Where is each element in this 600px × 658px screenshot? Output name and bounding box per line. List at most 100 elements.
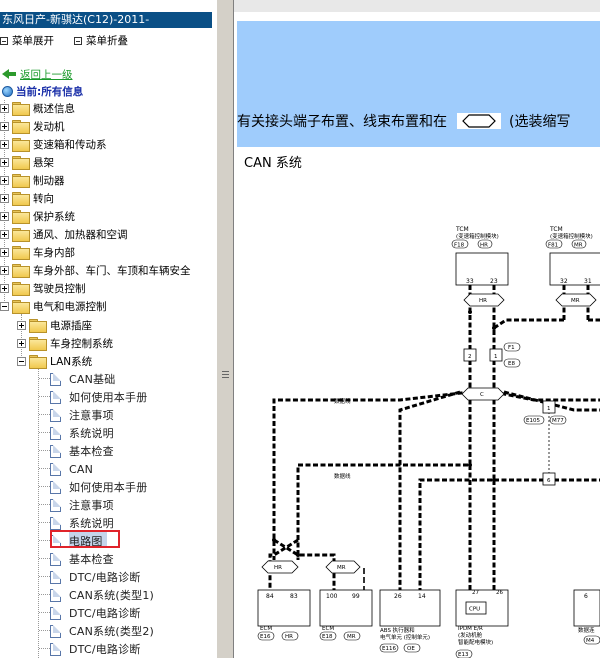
tree-doc-label: 如何使用本手册 bbox=[69, 481, 148, 494]
folder-icon bbox=[12, 102, 30, 116]
tree-line bbox=[39, 522, 50, 523]
jc2-number: 1 bbox=[547, 406, 551, 412]
tree-doc-item[interactable]: 注意事项 bbox=[50, 406, 114, 424]
tree-doc-item[interactable]: 系统说明 bbox=[50, 424, 114, 442]
folder-icon bbox=[29, 337, 47, 351]
folder-icon bbox=[12, 282, 30, 296]
back-link[interactable]: 返回上一级 bbox=[2, 66, 73, 82]
tree-doc-item[interactable]: CAN bbox=[50, 460, 93, 478]
tree-folder-label: 车身内部 bbox=[33, 246, 75, 259]
tree-folder-item[interactable]: 车身外部、车门、车顶和车辆安全 bbox=[0, 261, 191, 279]
expand-toggle-icon[interactable] bbox=[17, 338, 26, 348]
expand-toggle-icon[interactable] bbox=[0, 211, 9, 221]
pane-splitter[interactable] bbox=[216, 0, 234, 658]
tree-doc-item[interactable]: 如何使用本手册 bbox=[50, 478, 147, 496]
tree-doc-label: DTC/电路诊断 bbox=[69, 643, 141, 656]
tcm1-title: TCM bbox=[455, 226, 469, 233]
tree-subfolder-item[interactable]: 车身控制系统 bbox=[17, 334, 113, 352]
tree-folder-item[interactable]: 转向 bbox=[0, 189, 54, 207]
tree-doc-item[interactable]: DTC/电路诊断 bbox=[50, 640, 141, 658]
tree-folder-label: 保护系统 bbox=[33, 210, 75, 223]
tree-subfolder-item[interactable]: 电源插座 bbox=[17, 316, 92, 334]
document-icon bbox=[50, 642, 61, 656]
expand-toggle-icon[interactable] bbox=[0, 139, 9, 149]
ecm1-tag: HR bbox=[285, 634, 293, 640]
tcm1-pin-a: 33 bbox=[466, 278, 474, 285]
document-icon bbox=[50, 606, 61, 620]
expand-toggle-icon[interactable] bbox=[0, 247, 9, 257]
tree-doc-label: 系统说明 bbox=[69, 427, 114, 440]
ipdm-cpu: CPU bbox=[469, 607, 480, 613]
abs-title-2: 电气单元 (控制单元) bbox=[380, 633, 430, 641]
tree-folder-item[interactable]: 概述信息 bbox=[0, 99, 75, 117]
expand-toggle-icon[interactable] bbox=[0, 157, 9, 167]
tree-doc-item[interactable]: CAN基础 bbox=[50, 370, 115, 388]
expand-icon bbox=[0, 37, 8, 45]
expand-toggle-icon[interactable] bbox=[17, 320, 26, 330]
document-icon bbox=[50, 444, 61, 458]
splice-conn-2: E8 bbox=[508, 361, 515, 367]
ecm2-pin-a: 100 bbox=[326, 593, 338, 600]
expand-toggle-icon[interactable] bbox=[0, 103, 9, 113]
folder-icon bbox=[12, 246, 30, 260]
tree-doc-item[interactable]: DTC/电路诊断 bbox=[50, 568, 141, 586]
splitter-grip-icon bbox=[222, 371, 229, 380]
folder-icon bbox=[12, 138, 30, 152]
tree-folder-item[interactable]: 变速箱和传动系 bbox=[0, 135, 107, 153]
collapse-toggle-icon[interactable] bbox=[0, 301, 9, 311]
abs-conn: E116 bbox=[382, 646, 396, 652]
tree-doc-label: DTC/电路诊断 bbox=[69, 607, 141, 620]
tree-folder-item[interactable]: 制动器 bbox=[0, 171, 65, 189]
expand-menu-button[interactable]: 菜单展开 bbox=[0, 33, 54, 49]
info-banner-text: 有关接头端子布置、线束布置和在 (选装缩写 bbox=[237, 111, 570, 131]
tree-folder-item[interactable]: 发动机 bbox=[0, 117, 65, 135]
expand-menu-label: 菜单展开 bbox=[12, 35, 54, 47]
ecm1-title: ECM bbox=[260, 626, 272, 632]
tree-folder-item[interactable]: 驾驶员控制 bbox=[0, 279, 86, 297]
tree-doc-item[interactable]: 注意事项 bbox=[50, 496, 114, 514]
tree-line bbox=[39, 450, 50, 451]
document-icon bbox=[50, 588, 61, 602]
tree-doc-item[interactable]: DTC/电路诊断 bbox=[50, 604, 141, 622]
expand-toggle-icon[interactable] bbox=[0, 229, 9, 239]
tcm2-box bbox=[549, 252, 600, 286]
tree-folder-item[interactable]: 电气和电源控制 bbox=[0, 297, 107, 315]
tree-doc-item[interactable]: 如何使用本手册 bbox=[50, 388, 147, 406]
tree-doc-item[interactable]: 基本检查 bbox=[50, 442, 114, 460]
expand-toggle-icon[interactable] bbox=[0, 193, 9, 203]
tcm2-conn: F81 bbox=[548, 243, 558, 249]
tree-doc-label: 如何使用本手册 bbox=[69, 391, 148, 404]
expand-toggle-icon[interactable] bbox=[0, 175, 9, 185]
tree-doc-item[interactable]: 基本检查 bbox=[50, 550, 114, 568]
ecm1-conn: E16 bbox=[260, 634, 271, 640]
tree-line bbox=[39, 612, 50, 613]
back-arrow-icon bbox=[2, 69, 16, 79]
folder-icon bbox=[12, 174, 30, 188]
tree-folder-item[interactable]: 通风、加热器和空调 bbox=[0, 225, 128, 243]
tree-folder-item[interactable]: 保护系统 bbox=[0, 207, 75, 225]
tcm2-pin-a: 32 bbox=[560, 278, 568, 285]
tree-folder-item[interactable]: 车身内部 bbox=[0, 243, 75, 261]
ecm2-title: ECM bbox=[322, 626, 334, 632]
tree-folder-item[interactable]: 悬架 bbox=[0, 153, 54, 171]
tree-doc-label: 注意事项 bbox=[69, 409, 114, 422]
collapse-menu-button[interactable]: 菜单折叠 bbox=[74, 33, 128, 49]
folder-icon bbox=[12, 120, 30, 134]
data-line-label-1: 数据线 bbox=[334, 397, 351, 405]
tree-doc-item[interactable]: CAN系统(类型2) bbox=[50, 622, 154, 640]
tree-line bbox=[39, 576, 50, 577]
expand-toggle-icon[interactable] bbox=[0, 121, 9, 131]
data-line-label-2: 数据线 bbox=[334, 472, 351, 480]
expand-toggle-icon[interactable] bbox=[0, 283, 9, 293]
tcm2-subtitle: (变速箱控制模块) bbox=[550, 232, 593, 240]
expand-toggle-icon[interactable] bbox=[0, 265, 9, 275]
folder-icon bbox=[29, 319, 47, 333]
tree-doc-item[interactable]: CAN系统(类型1) bbox=[50, 586, 154, 604]
document-icon bbox=[50, 408, 61, 422]
tcm2-title: TCM bbox=[549, 226, 563, 233]
collapse-icon bbox=[74, 37, 82, 45]
collapse-toggle-icon[interactable] bbox=[17, 356, 26, 366]
tree-subfolder-label: 车身控制系统 bbox=[50, 337, 113, 350]
tree-subfolder-item[interactable]: LAN系统 bbox=[17, 352, 92, 370]
ipdm-title: IPDM E/R bbox=[458, 626, 483, 632]
